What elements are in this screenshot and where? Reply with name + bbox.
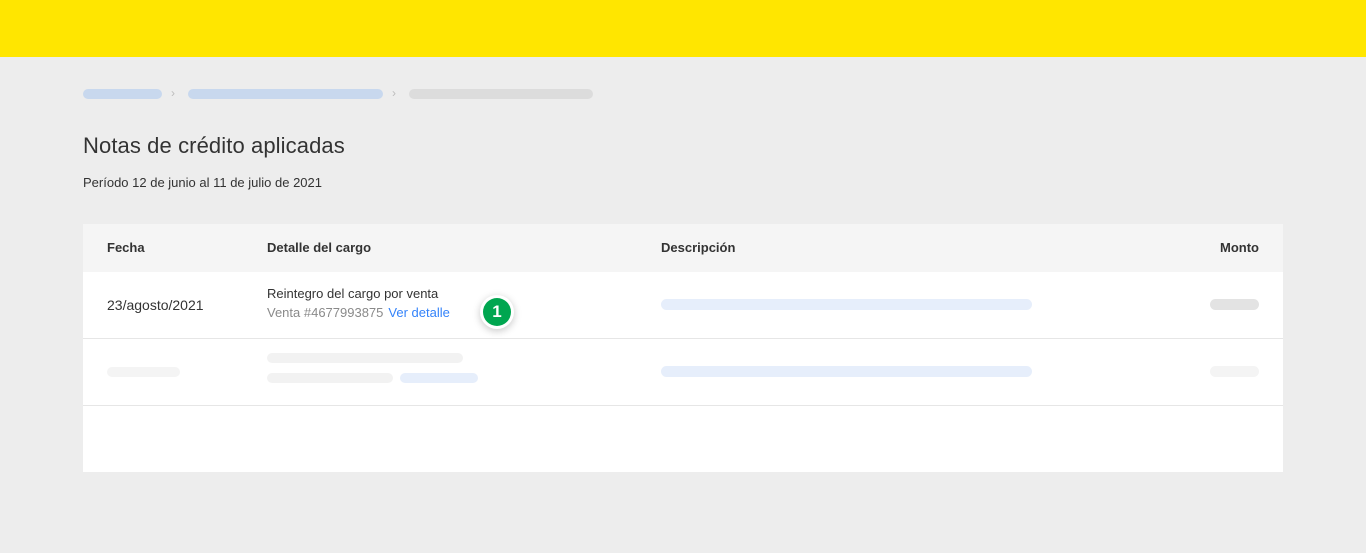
charge-detail-sub: Venta #4677993875 Ver detalle (267, 304, 450, 322)
table-row: 23/agosto/2021 Reintegro del cargo por v… (83, 272, 1283, 339)
detail-title-placeholder (267, 353, 463, 363)
sale-id: Venta #4677993875 (267, 305, 384, 320)
column-header-monto: Monto (1220, 240, 1259, 255)
top-header-bar (0, 0, 1366, 57)
description-placeholder (661, 366, 1032, 377)
table-header: Fecha Detalle del cargo Descripción Mont… (83, 224, 1283, 272)
amount-placeholder (1210, 299, 1259, 310)
table-row-placeholder (83, 339, 1283, 406)
breadcrumb-item-placeholder[interactable] (188, 89, 383, 99)
credit-notes-table: Fecha Detalle del cargo Descripción Mont… (83, 224, 1283, 472)
chevron-right-icon: › (171, 86, 175, 100)
chevron-right-icon: › (392, 86, 396, 100)
column-header-descripcion: Descripción (661, 240, 736, 255)
column-header-detalle: Detalle del cargo (267, 240, 372, 255)
amount-placeholder (1210, 366, 1259, 377)
breadcrumb-current-placeholder (409, 89, 593, 99)
column-header-fecha: Fecha (107, 240, 145, 255)
detail-sub-placeholder (267, 373, 393, 383)
step-badge: 1 (480, 295, 514, 329)
page-title: Notas de crédito aplicadas (83, 133, 345, 158)
detail-link-placeholder (400, 373, 478, 383)
date-placeholder (107, 367, 180, 377)
description-placeholder (661, 299, 1032, 310)
breadcrumb-item-placeholder[interactable] (83, 89, 162, 99)
step-badge-number: 1 (483, 298, 511, 326)
row-date: 23/agosto/2021 (107, 297, 204, 313)
charge-detail-title: Reintegro del cargo por venta (267, 286, 439, 301)
ver-detalle-link[interactable]: Ver detalle (388, 305, 449, 320)
period-text: Período 12 de junio al 11 de julio de 20… (83, 175, 323, 190)
breadcrumb: › › (83, 86, 603, 101)
